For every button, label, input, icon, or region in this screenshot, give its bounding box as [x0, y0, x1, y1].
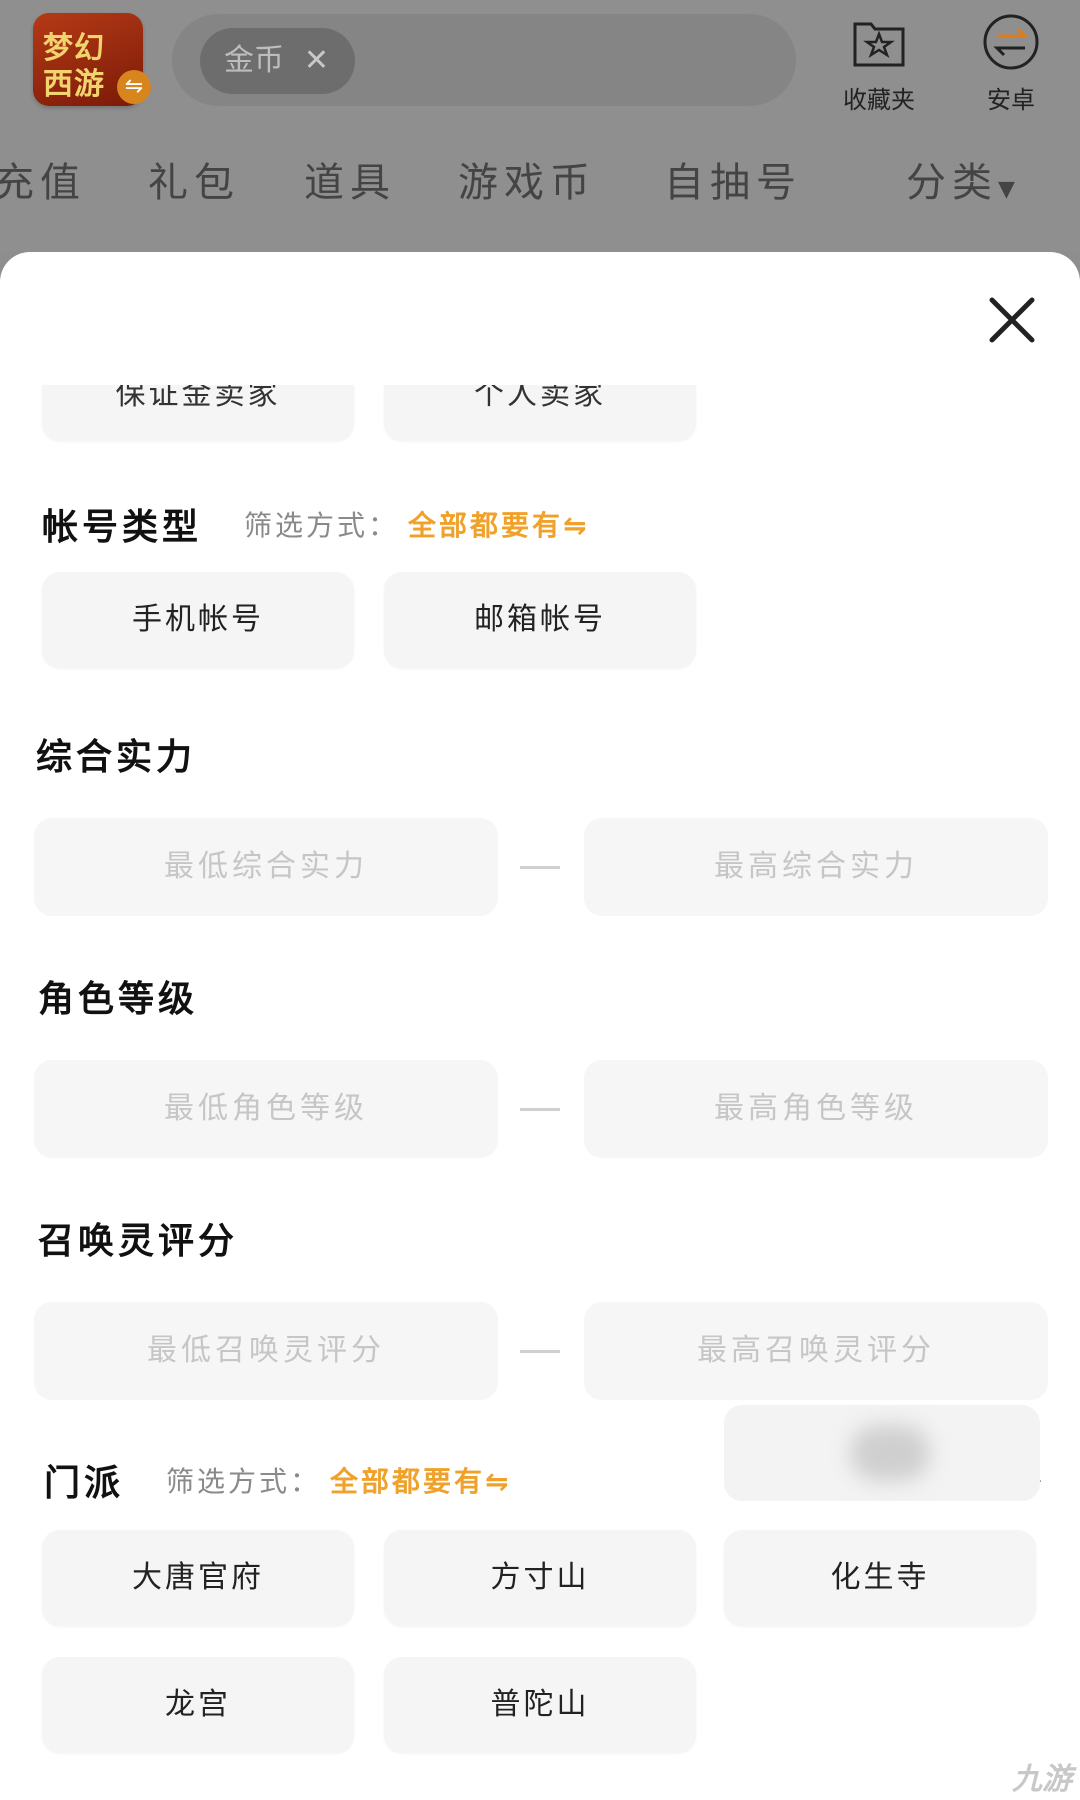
category-nav: 充值 礼包 道具 游戏币 自抽号 分类▼: [0, 150, 1080, 210]
school-option-label: 龙宫: [165, 1687, 231, 1722]
range-dash: [520, 866, 560, 869]
star-folder-icon: [853, 22, 905, 67]
seller-personal-label: 个人卖家: [474, 385, 606, 412]
nav-item-props[interactable]: 道具: [304, 150, 396, 208]
search-chip-label: 金币: [224, 43, 284, 78]
school-option-longgong[interactable]: 龙宫: [42, 1657, 354, 1753]
switch-game-icon[interactable]: ⇋: [117, 70, 151, 104]
swap-circle-icon: [983, 14, 1039, 70]
seller-deposit-button[interactable]: 保证金卖家: [42, 385, 354, 441]
seller-deposit-label: 保证金卖家: [115, 385, 281, 412]
summon-score-max-input[interactable]: 最高召唤灵评分: [584, 1302, 1048, 1400]
role-level-max-input[interactable]: 最高角色等级: [584, 1060, 1048, 1158]
overall-power-title: 综合实力: [36, 737, 197, 778]
blur-mask: [850, 1425, 930, 1481]
nav-item-game-coin[interactable]: 游戏币: [458, 150, 596, 208]
game-logo[interactable]: 梦幻 西游 ⇋: [33, 13, 151, 106]
search-chip[interactable]: 金币 ✕: [200, 28, 355, 94]
role-level-title: 角色等级: [38, 979, 199, 1020]
account-type-mode-toggle[interactable]: 全部都要有⇋: [408, 504, 589, 544]
nav-item-recharge[interactable]: 充值: [0, 150, 86, 208]
top-bar: 梦幻 西游 ⇋ 金币 ✕ 收藏夹 安卓 充值 礼包 道具 游戏币 自抽号 分类▼: [0, 0, 1080, 252]
close-icon[interactable]: [984, 292, 1040, 348]
caret-down-icon: ▼: [998, 177, 1021, 202]
logo-text-2: 西游: [43, 67, 105, 102]
school-option-label: 大唐官府: [132, 1560, 264, 1595]
account-email-label: 邮箱帐号: [474, 602, 606, 637]
school-option-fangcun[interactable]: 方寸山: [384, 1530, 696, 1626]
nav-item-self-draw[interactable]: 自抽号: [664, 150, 802, 208]
range-dash: [520, 1108, 560, 1111]
school-option-obscured[interactable]: [724, 1405, 1040, 1501]
school-mode-toggle[interactable]: 全部都要有⇋: [330, 1460, 511, 1500]
role-level-min-input[interactable]: 最低角色等级: [34, 1060, 498, 1158]
platform-button[interactable]: 安卓: [966, 14, 1056, 115]
platform-label: 安卓: [987, 86, 1035, 114]
school-option-label: 方寸山: [490, 1560, 590, 1595]
summon-score-title: 召唤灵评分: [38, 1221, 239, 1262]
account-type-title: 帐号类型: [42, 507, 203, 548]
school-option-datang[interactable]: 大唐官府: [42, 1530, 354, 1626]
account-phone-label: 手机帐号: [132, 602, 264, 637]
summon-score-min-input[interactable]: 最低召唤灵评分: [34, 1302, 498, 1400]
watermark-logo: 九游: [1012, 1762, 1072, 1797]
account-type-mode-label: 筛选方式：: [244, 509, 400, 542]
chip-close-icon[interactable]: ✕: [304, 28, 329, 94]
favorites-button[interactable]: 收藏夹: [834, 14, 924, 115]
overall-power-min-input[interactable]: 最低综合实力: [34, 818, 498, 916]
seller-personal-button[interactable]: 个人卖家: [384, 385, 696, 441]
overall-power-max-input[interactable]: 最高综合实力: [584, 818, 1048, 916]
search-bar[interactable]: 金币 ✕: [172, 14, 796, 106]
account-email-button[interactable]: 邮箱帐号: [384, 572, 696, 668]
filter-sheet: 保证金卖家 个人卖家 帐号类型 筛选方式： 全部都要有⇋ 手机帐号 邮箱帐号 综…: [0, 252, 1080, 1800]
account-phone-button[interactable]: 手机帐号: [42, 572, 354, 668]
school-mode-label: 筛选方式：: [166, 1465, 322, 1498]
school-option-label: 普陀山: [490, 1687, 590, 1722]
school-option-huasheng[interactable]: 化生寺: [724, 1530, 1036, 1626]
range-dash: [520, 1350, 560, 1353]
nav-item-category[interactable]: 分类▼: [906, 150, 1021, 208]
school-title: 门派: [44, 1463, 125, 1504]
nav-item-gift[interactable]: 礼包: [148, 150, 240, 208]
category-label: 分类: [906, 160, 998, 206]
favorites-label: 收藏夹: [843, 86, 915, 114]
school-option-label: 化生寺: [830, 1560, 930, 1595]
school-option-putuo[interactable]: 普陀山: [384, 1657, 696, 1753]
